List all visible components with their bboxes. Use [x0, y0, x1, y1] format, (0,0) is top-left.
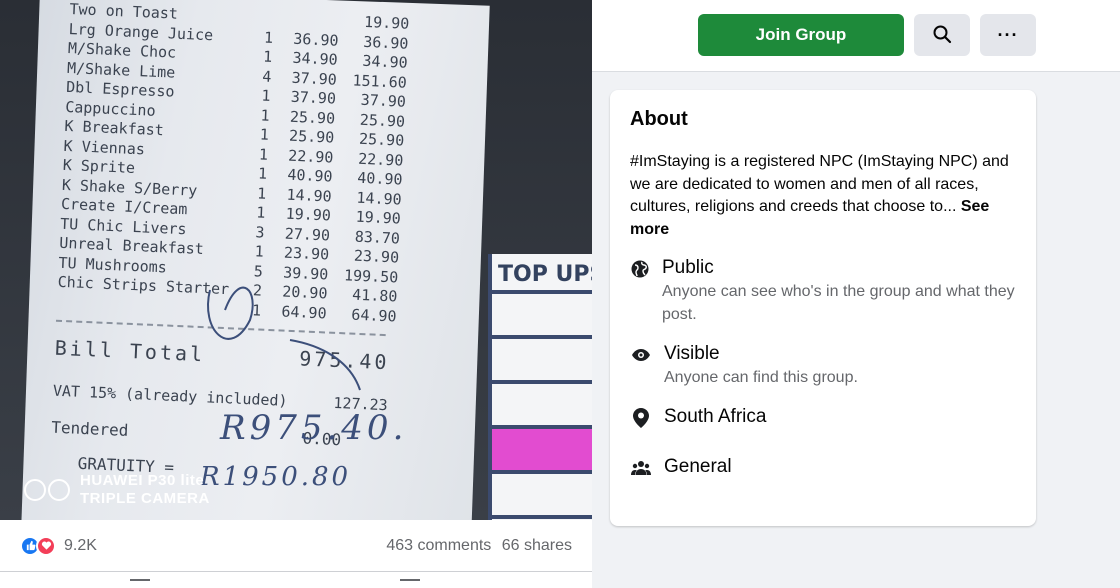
shares-count[interactable]: 66 shares [502, 537, 572, 554]
receipt-item-qty: 1 [257, 164, 268, 183]
topups-row: 1 [492, 339, 592, 384]
receipt-item-unit-price: 37.90 [291, 68, 338, 89]
receipt-item-qty: 3 [255, 222, 265, 242]
privacy-description: Anyone can see who's in the group and wh… [662, 282, 1015, 323]
watermark-line1: HUAWEI P30 lite [80, 472, 205, 489]
topups-row-pink [492, 429, 592, 474]
about-title: About [630, 108, 688, 130]
receipt-item-unit-price: 14.90 [286, 185, 333, 206]
visibility-title: Visible [664, 342, 720, 364]
group-action-bar: Join Group ··· [592, 0, 1120, 72]
comments-count[interactable]: 463 comments [386, 537, 491, 554]
location-row: South Africa [630, 405, 1016, 429]
privacy-title: Public [662, 256, 714, 278]
reaction-count: 9.2K [64, 536, 97, 554]
globe-icon [630, 258, 650, 280]
receipt-item-unit-price: 37.90 [290, 87, 337, 108]
receipt-item-qty: 4 [261, 66, 272, 86]
watermark-logo [24, 479, 70, 501]
tendered-label: Tendered [50, 417, 129, 440]
post-actions-strip [0, 573, 592, 588]
handwriting-scribble [207, 286, 361, 391]
receipt-item-qty: 1 [259, 125, 270, 144]
topups-sign: TOP UPS 1 1 1 [488, 254, 592, 520]
bill-total-label: Bill Total [54, 335, 206, 367]
receipt-item-qty [254, 8, 285, 29]
receipt-item-qty: 1 [258, 144, 269, 164]
receipt-item-qty: 1 [256, 203, 266, 222]
receipt-item-unit-price: 27.90 [284, 224, 331, 245]
camera-watermark: HUAWEI P30 lite TRIPLE CAMERA [24, 472, 210, 508]
receipt-item-qty: 1 [256, 183, 267, 203]
love-reaction-icon [36, 535, 56, 556]
topups-title: TOP UPS [492, 254, 592, 294]
receipt-item-qty: 1 [263, 28, 274, 47]
privacy-row: Public Anyone can see who's in the group… [630, 256, 1016, 326]
receipt-item-qty: 1 [260, 105, 271, 125]
eye-icon [630, 344, 652, 366]
receipt-item-unit-price [284, 9, 340, 31]
search-icon [932, 24, 952, 47]
receipt-item-unit-price: 22.90 [287, 146, 334, 167]
topups-row [492, 474, 592, 519]
people-icon [630, 457, 652, 479]
reaction-summary[interactable]: 9.2K [20, 535, 97, 556]
receipt-item-unit-price: 40.90 [287, 165, 333, 186]
about-description-text: #ImStaying is a registered NPC (ImStayin… [630, 153, 1009, 216]
handwritten-gratuity: R1950.80 [200, 462, 352, 492]
post: Two on Toast 19.90 Lrg Orange Juice 1 36.90 3… [0, 0, 592, 588]
topups-row: 1 [492, 294, 592, 339]
visibility-description: Anyone can find this group. [664, 368, 858, 386]
watermark-line2: TRIPLE CAMERA [80, 490, 210, 507]
receipt-item-unit-price: 19.90 [285, 204, 332, 225]
share-action-icon[interactable] [400, 579, 420, 588]
receipt-item-qty: 1 [262, 47, 273, 66]
like-action-icon[interactable] [130, 579, 150, 588]
receipt-item-qty: 1 [261, 86, 271, 105]
category-row: General [630, 455, 1016, 479]
receipt-item-unit-price: 25.90 [289, 107, 336, 128]
visibility-row: Visible Anyone can find this group. [630, 342, 1016, 389]
search-button[interactable] [914, 14, 970, 56]
receipt-item-unit-price: 36.90 [292, 29, 339, 50]
more-options-button[interactable]: ··· [980, 14, 1036, 56]
join-group-button[interactable]: Join Group [698, 14, 904, 56]
location-pin-icon [630, 407, 652, 429]
topups-row: 1 [492, 384, 592, 429]
post-photo[interactable]: Two on Toast 19.90 Lrg Orange Juice 1 36.90 3… [0, 0, 592, 520]
receipt-item-unit-price: 25.90 [288, 126, 335, 147]
location-title: South Africa [664, 405, 767, 427]
handwritten-total: R975.40. [220, 408, 408, 448]
category-title: General [664, 455, 732, 477]
reactions-bar: 9.2K 463 comments 66 shares [0, 520, 592, 572]
about-description: #ImStaying is a registered NPC (ImStayin… [630, 151, 1016, 242]
about-card: About #ImStaying is a registered NPC (Im… [610, 90, 1036, 526]
receipt-item-unit-price: 34.90 [292, 48, 339, 69]
